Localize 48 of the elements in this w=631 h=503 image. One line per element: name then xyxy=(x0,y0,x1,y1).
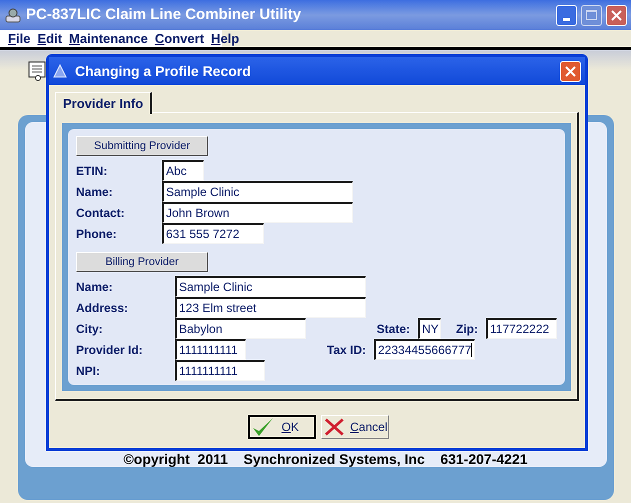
field-label: City: xyxy=(76,320,104,338)
input-field[interactable]: Sample Clinic xyxy=(162,181,353,202)
input-field[interactable]: 1111111111 xyxy=(175,360,265,381)
app-icon xyxy=(4,7,22,23)
menu-item[interactable]: File xyxy=(8,28,30,48)
input-field[interactable]: 117722222 xyxy=(486,318,557,339)
input-field[interactable]: 631 555 7272 xyxy=(162,223,264,244)
triangle-icon xyxy=(53,64,67,78)
field-label: Contact: xyxy=(76,204,126,222)
close-button[interactable] xyxy=(560,60,581,82)
section-header-button[interactable]: Submitting Provider xyxy=(76,136,208,156)
field-label: Provider Id: xyxy=(76,342,144,358)
menu-item[interactable]: Convert xyxy=(154,28,204,48)
x-icon xyxy=(324,417,344,437)
ok-button[interactable]: OK xyxy=(248,415,316,439)
dialog-title: Changing a Profile Record xyxy=(75,62,252,81)
checkmark-icon xyxy=(252,417,274,437)
field-label: Tax ID: xyxy=(326,342,367,358)
minimize-button[interactable] xyxy=(556,4,577,26)
input-field[interactable]: 123 Elm street xyxy=(175,297,366,318)
field-label: Name: xyxy=(76,278,114,296)
input-field[interactable]: 22334455666777 xyxy=(374,339,475,360)
menu-item[interactable]: Edit xyxy=(37,28,62,48)
input-field[interactable]: Babylon xyxy=(175,318,306,339)
field-label: NPI: xyxy=(76,362,101,380)
copyright-text: ©opyright 2011 Synchronized Systems, Inc 631-207-4221 xyxy=(122,450,529,469)
input-field[interactable]: John Brown xyxy=(162,202,353,223)
input-field[interactable]: Sample Clinic xyxy=(175,276,366,297)
field-label: ETIN: xyxy=(76,162,108,180)
toolbar-icon[interactable] xyxy=(28,61,48,81)
close-button[interactable] xyxy=(606,4,627,26)
field-label: Phone: xyxy=(76,226,118,242)
input-field[interactable]: Abc xyxy=(162,160,204,181)
field-label: Zip: xyxy=(455,320,479,338)
field-label: Address: xyxy=(76,300,130,316)
close-icon xyxy=(565,66,576,76)
field-label: State: xyxy=(376,320,411,338)
input-field[interactable]: 1111111111 xyxy=(175,339,246,360)
input-field[interactable]: NY xyxy=(418,318,441,339)
tab[interactable]: Provider Info xyxy=(55,92,152,114)
menu-item[interactable]: Help xyxy=(211,28,240,48)
maximize-button[interactable] xyxy=(581,4,602,26)
menu-item[interactable]: Maintenance xyxy=(69,28,148,48)
window-title: PC-837LIC Claim Line Combiner Utility xyxy=(26,4,302,25)
cancel-button[interactable]: Cancel xyxy=(320,415,388,439)
field-label: Name: xyxy=(76,184,114,200)
close-icon xyxy=(611,10,622,20)
section-header-button[interactable]: Billing Provider xyxy=(76,252,208,272)
